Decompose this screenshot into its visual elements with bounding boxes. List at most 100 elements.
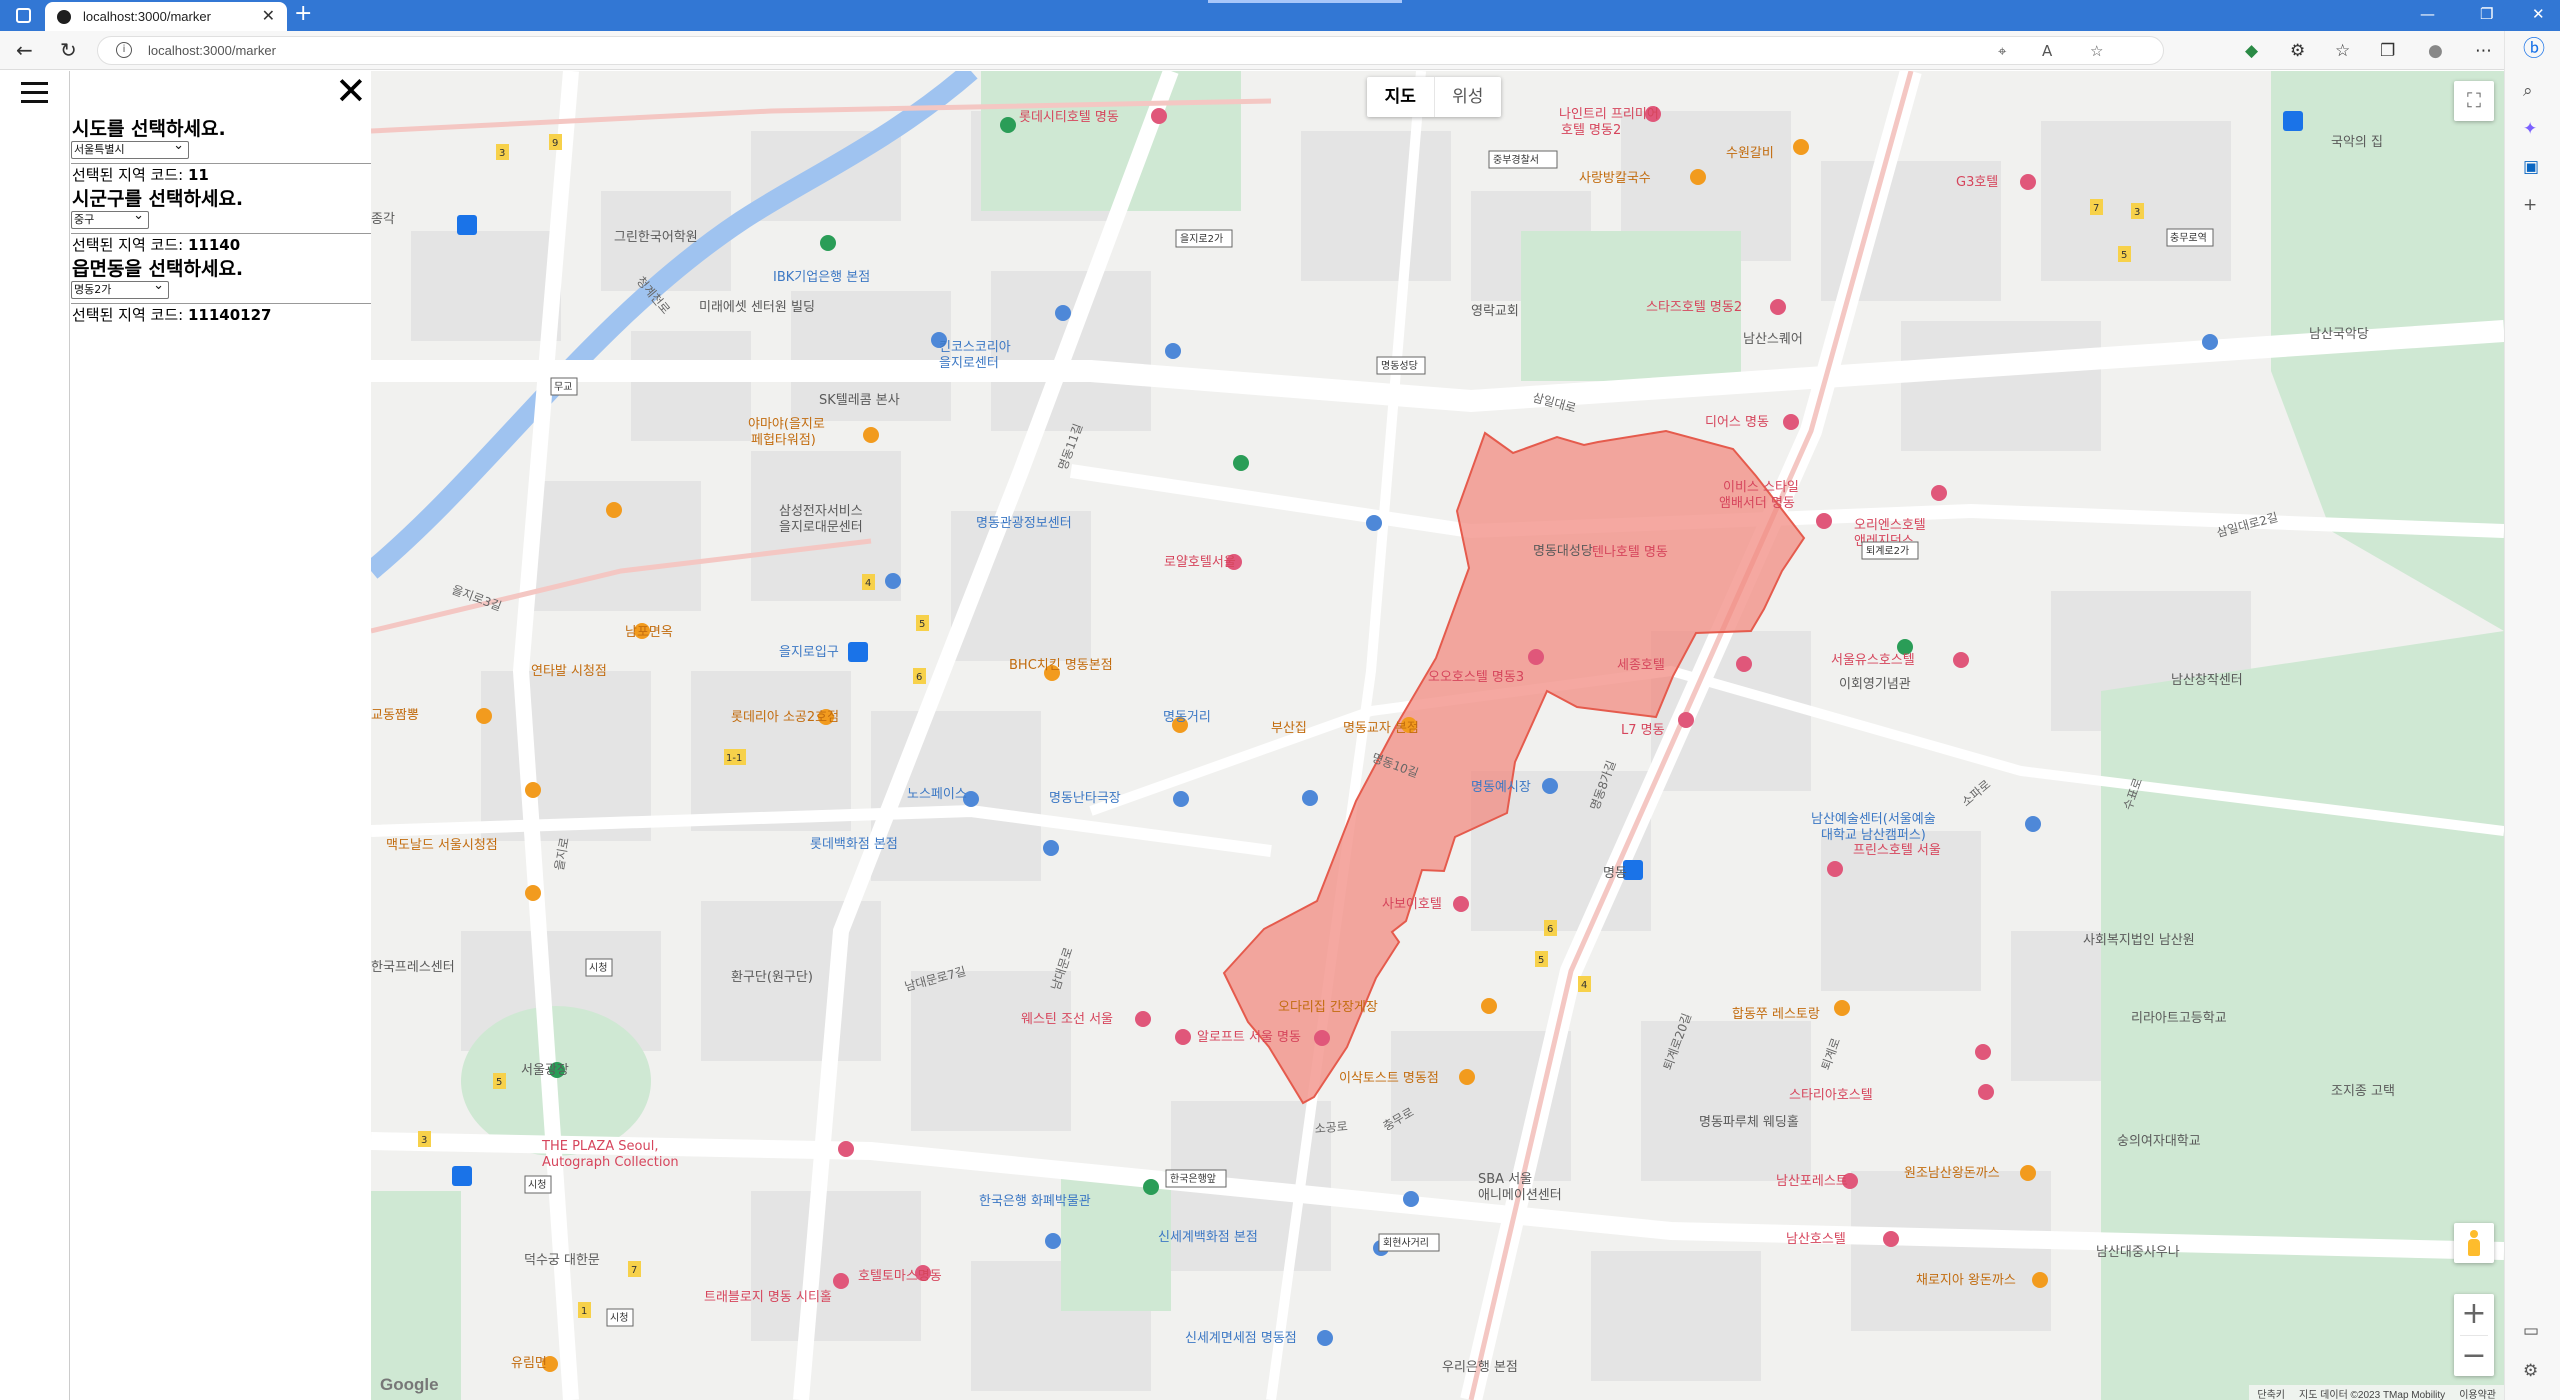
emd-title: 읍면동을 선택하세요. (72, 258, 244, 280)
edge-sidebar: ⓑ ⌕ ✦ ▣ + ▭ ⚙ (2504, 31, 2560, 1400)
svg-text:환구단(원구단): 환구단(원구단) (731, 970, 813, 985)
tools-icon[interactable]: ✦ (2523, 119, 2537, 139)
address-bar[interactable]: i localhost:3000/marker ⌖ A ☆ (97, 36, 2164, 65)
svg-text:3: 3 (421, 1135, 427, 1146)
svg-text:이회영기념관: 이회영기념관 (1839, 677, 1911, 692)
browser-tab[interactable]: localhost:3000/marker ✕ (45, 2, 287, 31)
svg-text:세종호텔: 세종호텔 (1617, 658, 1665, 673)
sigungu-title: 시군구를 선택하세요. (72, 188, 244, 210)
svg-text:롯데시티호텔 명동: 롯데시티호텔 명동 (1019, 110, 1119, 125)
menu-column (0, 71, 70, 1400)
svg-text:트래블로지 명동 시티홀: 트래블로지 명동 시티홀 (704, 1290, 832, 1305)
svg-text:을지로2가: 을지로2가 (1180, 233, 1223, 245)
copilot-icon[interactable]: ⓑ (2523, 31, 2545, 63)
profile-avatar-icon[interactable]: ● (2428, 41, 2443, 61)
location-icon[interactable]: ⌖ (1998, 42, 2006, 60)
svg-text:노스페이스: 노스페이스 (907, 787, 967, 802)
url-text[interactable]: localhost:3000/marker (148, 43, 276, 58)
svg-text:호텔토마스명동: 호텔토마스명동 (858, 1269, 942, 1284)
svg-text:무교: 무교 (554, 382, 572, 393)
zoom-out-button[interactable]: − (2454, 1336, 2494, 1377)
svg-text:사랑방칼국수: 사랑방칼국수 (1579, 171, 1651, 186)
read-aloud-icon[interactable]: A (2042, 42, 2052, 60)
svg-text:9: 9 (552, 138, 558, 149)
svg-text:유림면: 유림면 (511, 1356, 547, 1371)
collections-icon[interactable]: ❐ (2380, 41, 2395, 61)
svg-text:페헙타워점): 페헙타워점) (751, 433, 816, 448)
close-panel-icon[interactable]: ✕ (335, 72, 367, 110)
svg-text:충무로역: 충무로역 (2170, 232, 2207, 244)
map-type-control: 지도 위성 (1367, 77, 1501, 117)
svg-text:명동: 명동 (1603, 866, 1627, 881)
map-type-satellite[interactable]: 위성 (1433, 77, 1502, 117)
emd-select[interactable]: 명동2가 (71, 278, 169, 299)
keyboard-shortcuts-link[interactable]: 단축키 (2257, 1386, 2285, 1400)
more-menu-icon[interactable]: ⋯ (2475, 41, 2492, 61)
sido-select[interactable]: 서울특별시 (71, 138, 189, 159)
svg-text:앰배서더 명동: 앰배서더 명동 (1719, 496, 1795, 511)
svg-text:G3호텔: G3호텔 (1956, 175, 1998, 190)
svg-text:3: 3 (499, 148, 505, 159)
svg-text:남산스퀘어: 남산스퀘어 (1743, 332, 1803, 347)
favorite-add-icon[interactable]: ☆ (2090, 42, 2103, 60)
zoom-in-button[interactable]: + (2454, 1294, 2494, 1335)
svg-text:알로프트 서울 명동: 알로프트 서울 명동 (1197, 1030, 1301, 1045)
fullscreen-button[interactable]: ⛶ (2454, 81, 2494, 121)
emd-code: 선택된 지역 코드: 11140127 (72, 304, 271, 325)
svg-text:BHC치킨 명동본점: BHC치킨 명동본점 (1009, 658, 1113, 673)
svg-text:명동거리: 명동거리 (1163, 710, 1211, 725)
map-data-credit: 지도 데이터 ©2023 TMap Mobility (2299, 1390, 2446, 1400)
svg-text:이비스 스타일: 이비스 스타일 (1723, 480, 1799, 495)
svg-text:6: 6 (916, 672, 922, 683)
svg-text:우리은행 본점: 우리은행 본점 (1442, 1359, 1518, 1375)
hamburger-menu-icon[interactable] (21, 82, 48, 104)
svg-text:스타즈호텔 명동2: 스타즈호텔 명동2 (1646, 300, 1742, 315)
svg-text:조지종 고택: 조지종 고택 (2331, 1084, 2395, 1099)
tab-title: localhost:3000/marker (83, 9, 211, 24)
svg-text:7: 7 (2093, 203, 2099, 214)
svg-text:수원갈비: 수원갈비 (1726, 146, 1774, 161)
svg-text:야마야(을지로: 야마야(을지로 (748, 417, 825, 432)
back-icon[interactable]: ← (16, 38, 33, 62)
extension-icon[interactable]: ◆ (2245, 41, 2258, 61)
svg-text:을지로센터: 을지로센터 (939, 356, 999, 371)
add-sidebar-app-icon[interactable]: + (2523, 195, 2537, 215)
svg-text:6: 6 (1547, 924, 1553, 935)
terms-link[interactable]: 이용약관 (2459, 1386, 2496, 1400)
map-canvas[interactable]: 롯데시티호텔 명동 나인트리 프리미어 호텔 명동2 스타즈호텔 명동2 디어스… (371, 71, 2504, 1400)
google-map[interactable]: 롯데시티호텔 명동 나인트리 프리미어 호텔 명동2 스타즈호텔 명동2 디어스… (371, 71, 2504, 1400)
split-screen-icon[interactable]: ▭ (2523, 1321, 2539, 1341)
svg-text:한국은행앞: 한국은행앞 (1170, 1173, 1216, 1185)
outlook-icon[interactable]: ▣ (2523, 157, 2539, 177)
svg-text:오다리집 간장게장: 오다리집 간장게장 (1278, 1000, 1378, 1015)
site-info-icon[interactable]: i (116, 42, 132, 58)
svg-text:종각: 종각 (371, 212, 395, 227)
svg-text:신세계백화점 본점: 신세계백화점 본점 (1158, 1230, 1258, 1245)
street-view-pegman-icon[interactable] (2454, 1223, 2494, 1263)
map-type-roadmap[interactable]: 지도 (1367, 77, 1434, 117)
svg-text:영락교회: 영락교회 (1471, 304, 1519, 319)
close-window-button[interactable]: ✕ (2532, 5, 2545, 23)
sigungu-select[interactable]: 중구 (71, 208, 149, 229)
reload-icon[interactable]: ↻ (60, 38, 77, 62)
svg-text:1-1: 1-1 (726, 753, 742, 764)
tab-close-button[interactable]: ✕ (262, 6, 275, 25)
svg-text:부산집: 부산집 (1271, 721, 1307, 736)
svg-text:명동파루체 웨딩홀: 명동파루체 웨딩홀 (1699, 1115, 1799, 1130)
search-icon[interactable]: ⌕ (2523, 81, 2533, 101)
restore-button[interactable]: ❐ (2480, 5, 2493, 23)
svg-text:5: 5 (2121, 250, 2127, 261)
svg-text:나인트리 프리미어: 나인트리 프리미어 (1559, 107, 1659, 122)
new-tab-button[interactable]: + (294, 1, 312, 26)
svg-text:합동쭈 레스토랑: 합동쭈 레스토랑 (1732, 1007, 1820, 1022)
extensions-icon[interactable]: ⚙ (2290, 41, 2305, 61)
svg-text:3: 3 (2134, 207, 2140, 218)
svg-text:오리엔스호텔: 오리엔스호텔 (1854, 518, 1926, 533)
svg-text:을지로입구: 을지로입구 (779, 645, 839, 660)
minimize-button[interactable]: — (2420, 5, 2435, 23)
sidebar-settings-icon[interactable]: ⚙ (2523, 1361, 2538, 1381)
svg-text:교동짬뽕: 교동짬뽕 (371, 708, 419, 723)
favorites-icon[interactable]: ☆ (2335, 41, 2350, 61)
svg-text:롯데백화점 본점: 롯데백화점 본점 (810, 837, 898, 852)
tab-actions-icon[interactable] (16, 8, 31, 23)
